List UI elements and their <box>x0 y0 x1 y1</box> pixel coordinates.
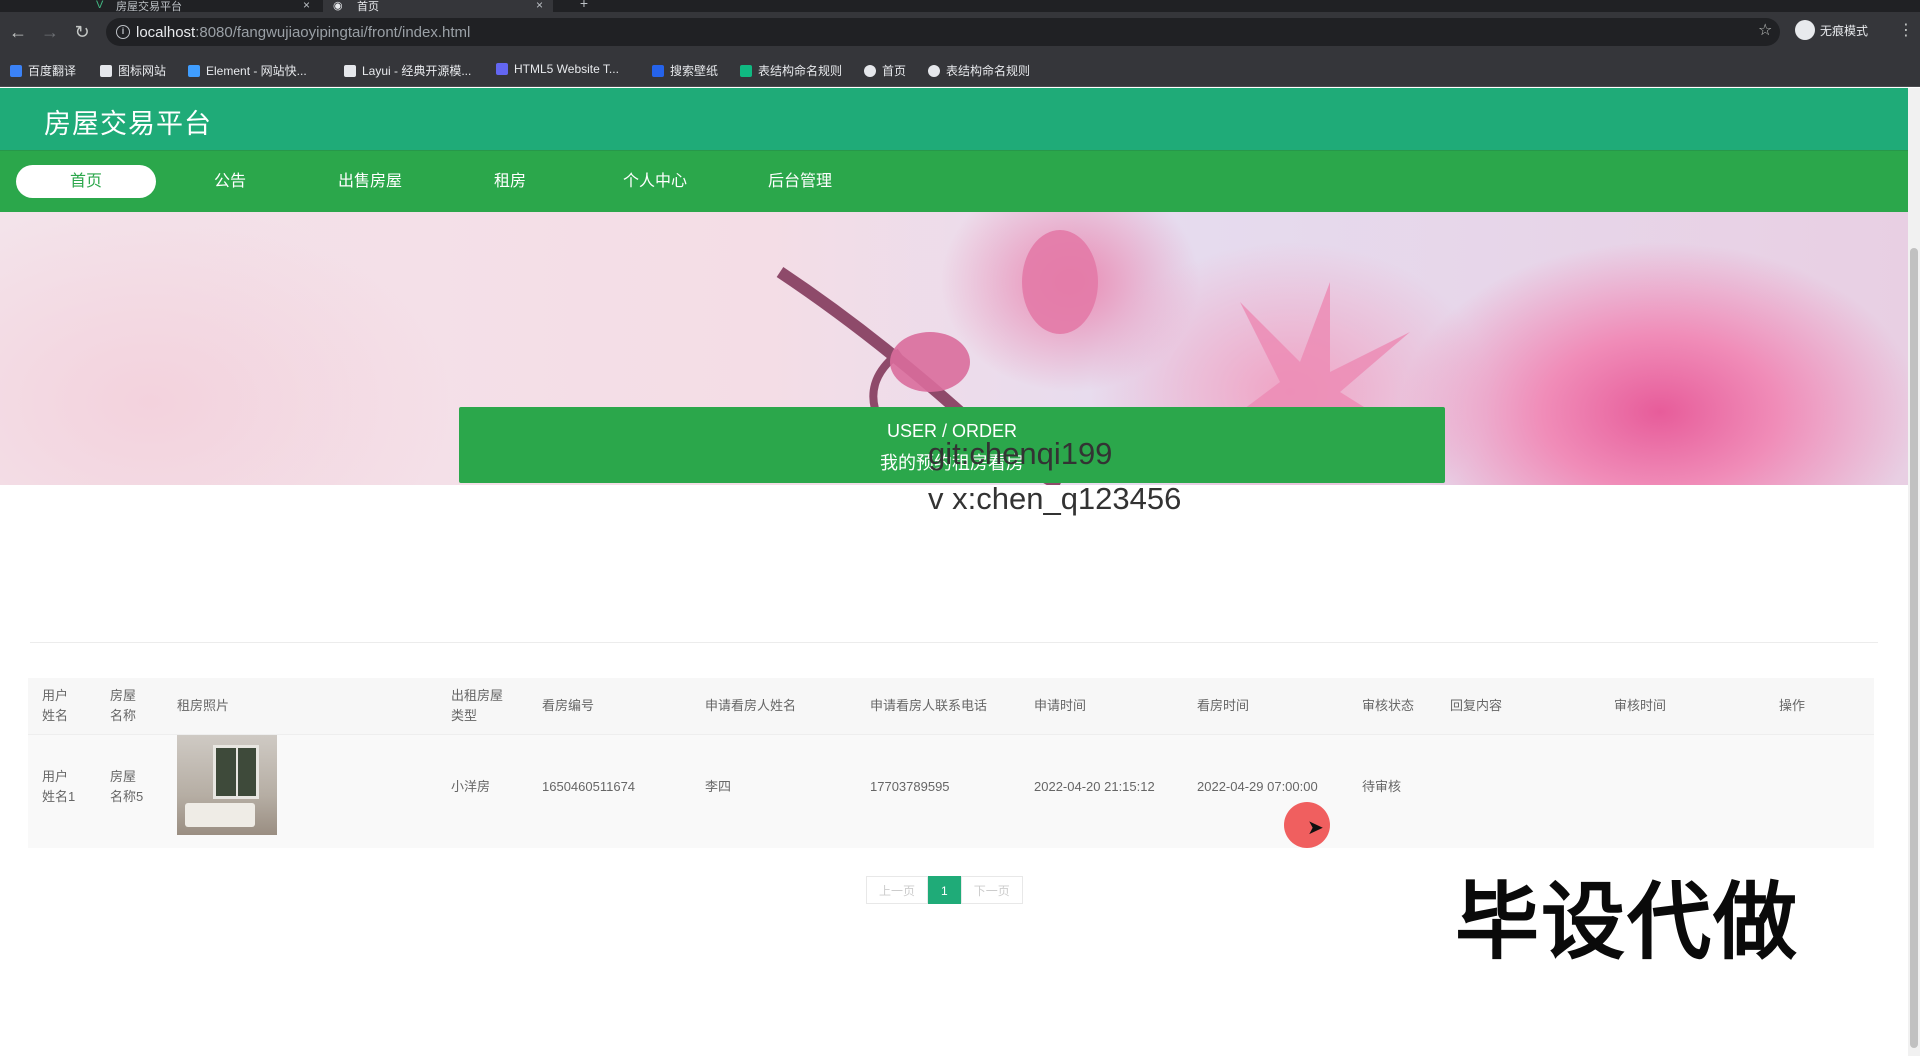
mouse-cursor-icon: ➤ <box>1307 817 1324 839</box>
layui-icon <box>344 64 356 77</box>
nav-notice[interactable]: 公告 <box>160 165 300 198</box>
incognito-label: 无痕模式 <box>1820 23 1869 38</box>
col-applicant-phone: 申请看房人联系电话 <box>870 698 988 713</box>
col-user-name: 用户姓名 <box>42 688 69 723</box>
bookmark-item[interactable]: Layui - 经典开源模... <box>344 62 471 79</box>
browser-tab[interactable]: V 房屋交易平台 × <box>90 0 320 13</box>
col-status: 审核状态 <box>1362 698 1415 713</box>
cell-applicant-phone: 17703789595 <box>870 779 950 794</box>
photo-window <box>213 745 259 799</box>
bookmark-item[interactable]: 表结构命名规则 <box>740 62 842 79</box>
url-host: localhost <box>136 23 196 41</box>
prev-page-button[interactable]: 上一页 <box>866 876 929 904</box>
url-path: :8080/fangwujiaoyipingtai/front/index.ht… <box>195 23 471 41</box>
tab-close-icon[interactable]: × <box>303 0 310 12</box>
col-applicant-name: 申请看房人姓名 <box>705 698 797 713</box>
col-house-type: 出租房屋类型 <box>451 688 504 723</box>
next-page-button[interactable]: 下一页 <box>960 876 1023 904</box>
browser-tab-strip: V 房屋交易平台 × ◉ 首页 × + <box>0 0 1920 13</box>
bookmark-item[interactable]: 搜索壁纸 <box>652 62 718 79</box>
cell-apply-time: 2022-04-20 21:15:12 <box>1034 779 1155 794</box>
page-1-button[interactable]: 1 <box>928 876 961 904</box>
page-scrollbar[interactable] <box>1908 88 1920 1056</box>
cell-applicant-name: 李四 <box>705 779 732 794</box>
bookmark-item[interactable]: HTML5 Website T... <box>496 62 619 76</box>
cell-view-no: 1650460511674 <box>542 779 636 794</box>
col-action: 操作 <box>1779 698 1806 713</box>
globe-tab-icon: ◉ <box>333 0 343 12</box>
info-icon[interactable]: i <box>116 25 130 39</box>
photo-bed <box>185 803 255 827</box>
page-viewport: 房屋交易平台 首页 公告 出售房屋 租房 个人中心 后台管理 USER / OR… <box>0 88 1908 1056</box>
globe-icon <box>928 64 940 77</box>
bookmark-item[interactable]: 图标网站 <box>100 62 166 79</box>
bookmarks-bar: 百度翻译 图标网站 Element - 网站快... Layui - 经典开源模… <box>0 52 1920 87</box>
nav-personal-center[interactable]: 个人中心 <box>585 165 725 198</box>
browser-tab-active[interactable]: ◉ 首页 × <box>323 0 553 13</box>
cell-user-name: 用户姓名1 <box>42 769 76 804</box>
col-house-name: 房屋名称 <box>110 688 137 723</box>
incognito-indicator[interactable]: 无痕模式 <box>1795 20 1868 40</box>
back-icon[interactable]: ← <box>6 20 30 44</box>
address-bar: ← → ↻ i localhost:8080/fangwujiaoyipingt… <box>0 12 1920 52</box>
url-field[interactable]: i localhost:8080/fangwujiaoyipingtai/fro… <box>106 18 1780 46</box>
bookmark-item[interactable]: 百度翻译 <box>10 62 76 79</box>
cell-status: 待审核 <box>1362 779 1402 794</box>
overlay-ad-text: 毕设代做 <box>1455 875 1800 969</box>
booking-table: 用户姓名 房屋名称 租房照片 出租房屋类型 看房编号 申请看房人姓名 申请看房人… <box>28 678 1874 848</box>
bookmark-item[interactable]: Element - 网站快... <box>188 62 307 79</box>
col-apply-time: 申请时间 <box>1034 698 1087 713</box>
globe-icon <box>864 64 876 77</box>
site-header: 房屋交易平台 <box>0 88 1908 150</box>
bookmark-item[interactable]: 首页 <box>864 62 906 79</box>
nav-home[interactable]: 首页 <box>16 165 156 198</box>
pagination: 上一页 1 下一页 <box>866 876 1023 904</box>
scrollbar-thumb[interactable] <box>1910 248 1918 1048</box>
cell-house-type: 小洋房 <box>451 779 491 794</box>
house-photo[interactable] <box>177 735 277 835</box>
bookmark-star-icon[interactable]: ☆ <box>1758 20 1772 40</box>
nav-rent-house[interactable]: 租房 <box>440 165 580 198</box>
incognito-icon <box>1795 20 1815 40</box>
tab-close-icon[interactable]: × <box>536 0 543 12</box>
new-tab-button[interactable]: + <box>574 0 594 11</box>
col-view-time: 看房时间 <box>1197 698 1250 713</box>
section-divider <box>30 642 1878 643</box>
table-row[interactable]: 用户姓名1 房屋名称5 小洋房 1650460511674 李四 1770378… <box>28 734 1874 848</box>
col-photo: 租房照片 <box>177 698 230 713</box>
cell-view-time: 2022-04-29 07:00:00 <box>1197 779 1318 794</box>
forward-icon[interactable]: → <box>38 20 62 44</box>
bookmark-item[interactable]: 表结构命名规则 <box>928 62 1030 79</box>
main-nav: 首页 公告 出售房屋 租房 个人中心 后台管理 <box>0 150 1908 212</box>
col-reply: 回复内容 <box>1450 698 1503 713</box>
nav-sale-house[interactable]: 出售房屋 <box>300 165 440 198</box>
reload-icon[interactable]: ↻ <box>70 20 94 44</box>
col-view-no: 看房编号 <box>542 698 595 713</box>
element-icon <box>188 64 200 77</box>
col-review-time: 审核时间 <box>1614 698 1667 713</box>
watermark-line2: v x:chen_q123456 <box>928 481 1182 516</box>
vue-tab-icon: V <box>96 0 104 11</box>
table-header: 用户姓名 房屋名称 租房照片 出租房屋类型 看房编号 申请看房人姓名 申请看房人… <box>28 678 1874 734</box>
flag-icon <box>100 64 112 77</box>
cell-house-name: 房屋名称5 <box>110 769 144 804</box>
sheet-icon <box>740 64 752 77</box>
translate-icon <box>10 64 22 77</box>
nav-admin[interactable]: 后台管理 <box>730 165 870 198</box>
browser-menu-icon[interactable]: ⋮ <box>1898 20 1914 40</box>
site-logo[interactable]: 房屋交易平台 <box>44 102 212 141</box>
wallpaper-icon <box>652 64 664 77</box>
html5-icon <box>496 63 508 75</box>
watermark-line1: git:chenqi199 <box>928 436 1113 471</box>
